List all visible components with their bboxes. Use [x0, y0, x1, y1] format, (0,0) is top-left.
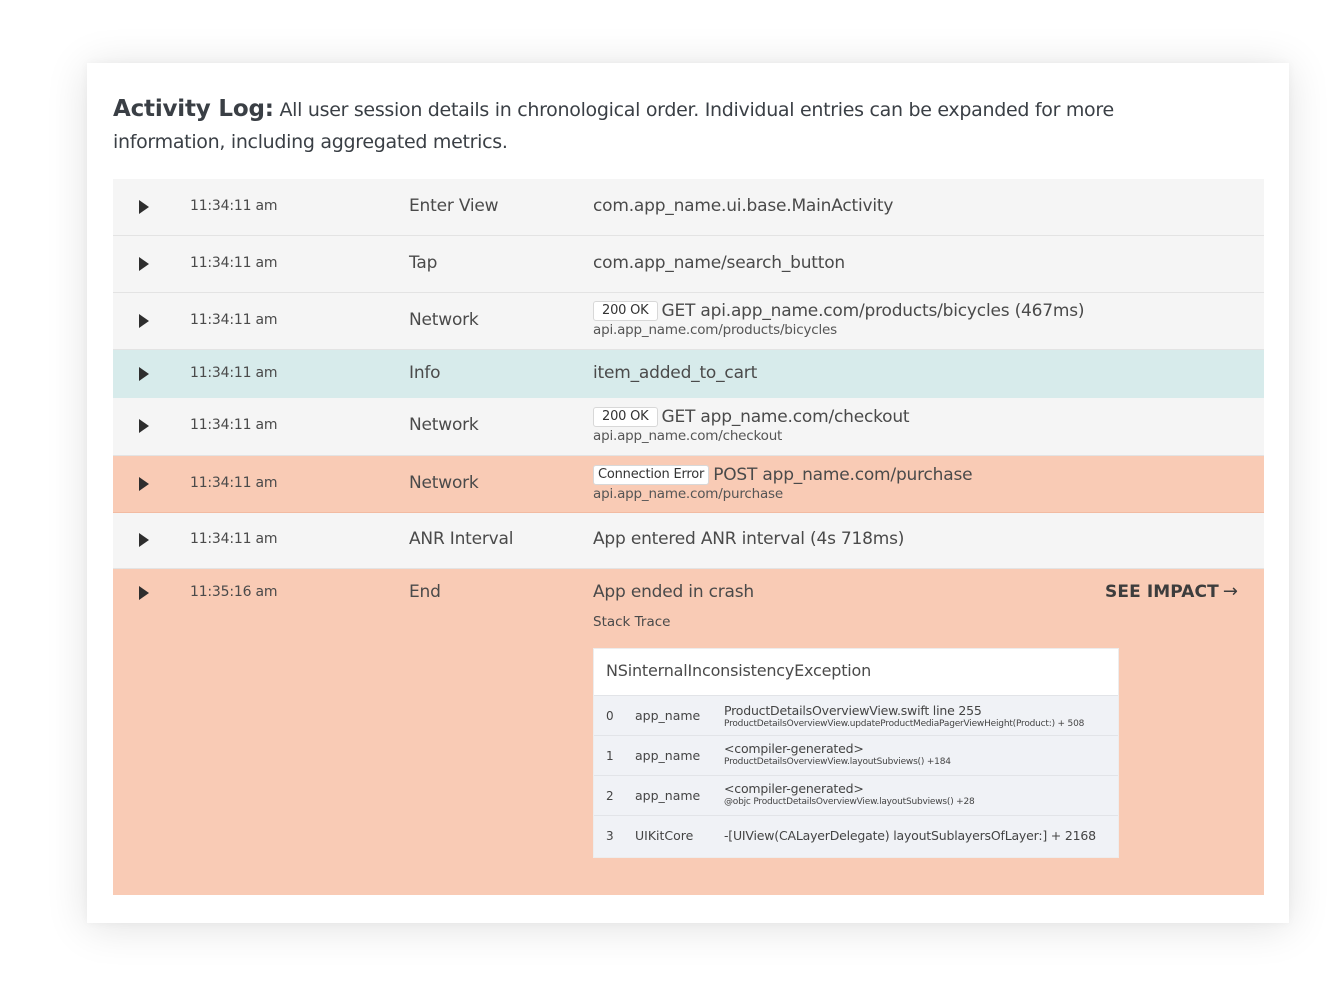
expand-caret-icon[interactable]: [138, 257, 150, 271]
activity-log-heading: Activity Log: All user session details i…: [113, 93, 1173, 158]
expand-caret-icon[interactable]: [138, 586, 150, 600]
log-type: Network: [409, 473, 479, 493]
log-detail: com.app_name/search_button: [593, 253, 1244, 273]
frame-module: app_name: [635, 748, 701, 763]
log-row-crash[interactable]: 11:35:16 am End App ended in crash SEE I…: [113, 569, 1264, 895]
log-main-text: GET api.app_name.com/products/bicycles (…: [661, 301, 1085, 321]
log-main-text: POST app_name.com/purchase: [713, 465, 973, 485]
log-main-text: com.app_name/search_button: [593, 253, 845, 273]
log-time: 11:34:11 am: [190, 312, 278, 328]
frame-index: 2: [606, 789, 614, 803]
log-sub-text: api.app_name.com/purchase: [593, 486, 783, 502]
see-impact-link[interactable]: SEE IMPACT →: [1105, 581, 1238, 602]
activity-log-title: Activity Log:: [113, 96, 274, 122]
log-main-text: com.app_name.ui.base.MainActivity: [593, 196, 894, 216]
expand-caret-icon[interactable]: [138, 200, 150, 214]
frame-function: -[UIView(CALayerDelegate) layoutSublayer…: [724, 828, 1110, 843]
frame-index: 0: [606, 709, 614, 723]
expand-caret-icon[interactable]: [138, 367, 150, 381]
log-type: Enter View: [409, 196, 499, 216]
log-main-text: App entered ANR interval (4s 718ms): [593, 529, 905, 549]
frame-index: 3: [606, 829, 614, 843]
status-badge: 200 OK: [593, 301, 658, 321]
log-time: 11:34:11 am: [190, 365, 278, 381]
expand-caret-icon[interactable]: [138, 419, 150, 433]
log-row[interactable]: 11:34:11 am ANR Interval App entered ANR…: [113, 513, 1264, 569]
frame-line1: ProductDetailsOverviewView.swift line 25…: [724, 703, 982, 718]
log-row[interactable]: 11:34:11 am Network 200 OK GET api.app_na…: [113, 293, 1264, 350]
activity-log-list: 11:34:11 am Enter View com.app_name.ui.b…: [113, 179, 1264, 895]
log-main-text: GET app_name.com/checkout: [661, 407, 910, 427]
stack-frame[interactable]: 3 UIKitCore -[UIView(CALayerDelegate) la…: [594, 815, 1118, 857]
log-time: 11:34:11 am: [190, 255, 278, 271]
log-sub-text: api.app_name.com/checkout: [593, 428, 783, 444]
log-type: Tap: [409, 253, 438, 273]
frame-line1: -[UIView(CALayerDelegate) layoutSublayer…: [724, 828, 1096, 843]
expand-caret-icon[interactable]: [138, 533, 150, 547]
frame-line2: @objc ProductDetailsOverviewView.layoutS…: [724, 797, 975, 807]
frame-module: app_name: [635, 708, 701, 723]
frame-module: app_name: [635, 788, 701, 803]
log-type: ANR Interval: [409, 529, 514, 549]
log-detail: 200 OK GET api.app_name.com/products/bicy…: [593, 301, 1244, 338]
stack-frame[interactable]: 2 app_name <compiler-generated> @objc Pr…: [594, 775, 1118, 815]
log-type: Network: [409, 415, 479, 435]
frame-line1: <compiler-generated>: [724, 781, 864, 796]
log-time: 11:34:11 am: [190, 531, 278, 547]
log-time: 11:34:11 am: [190, 417, 278, 433]
stack-trace-label: Stack Trace: [593, 614, 671, 630]
log-row[interactable]: 11:34:11 am Enter View com.app_name.ui.b…: [113, 179, 1264, 236]
log-time: 11:34:11 am: [190, 475, 278, 491]
frame-function: <compiler-generated> ProductDetailsOverv…: [724, 741, 1110, 767]
log-detail: Connection Error POST app_name.com/purcha…: [593, 465, 1244, 502]
log-row-error[interactable]: 11:34:11 am Network Connection Error POST…: [113, 456, 1264, 513]
log-detail: 200 OK GET app_name.com/checkout api.app_…: [593, 407, 1244, 444]
log-type: Network: [409, 310, 479, 330]
log-time: 11:34:11 am: [190, 198, 278, 214]
frame-function: ProductDetailsOverviewView.swift line 25…: [724, 703, 1110, 729]
log-detail: com.app_name.ui.base.MainActivity: [593, 196, 1244, 216]
log-detail: item_added_to_cart: [593, 363, 1244, 383]
stack-trace-card: NSinternalInconsistencyException 0 app_n…: [593, 648, 1119, 858]
error-badge: Connection Error: [593, 465, 710, 485]
arrow-right-icon: →: [1222, 581, 1238, 602]
log-type: End: [409, 582, 441, 602]
log-type: Info: [409, 363, 441, 383]
frame-line2: ProductDetailsOverviewView.updateProduct…: [724, 719, 1085, 729]
stack-frame[interactable]: 1 app_name <compiler-generated> ProductD…: [594, 735, 1118, 775]
expand-caret-icon[interactable]: [138, 477, 150, 491]
log-row[interactable]: 11:34:11 am Tap com.app_name/search_butt…: [113, 236, 1264, 293]
frame-line1: <compiler-generated>: [724, 741, 864, 756]
status-badge: 200 OK: [593, 407, 658, 427]
frame-module: UIKitCore: [635, 828, 694, 843]
log-time: 11:35:16 am: [190, 584, 278, 600]
log-detail: App entered ANR interval (4s 718ms): [593, 529, 1244, 549]
frame-function: <compiler-generated> @objc ProductDetail…: [724, 781, 1110, 807]
frame-line2: ProductDetailsOverviewView.layoutSubview…: [724, 757, 951, 767]
see-impact-label: SEE IMPACT: [1105, 582, 1219, 602]
log-row-info[interactable]: 11:34:11 am Info item_added_to_cart: [113, 350, 1264, 398]
log-main-text: item_added_to_cart: [593, 363, 758, 383]
exception-name: NSinternalInconsistencyException: [606, 661, 872, 680]
activity-log-card: Activity Log: All user session details i…: [87, 63, 1289, 923]
log-row[interactable]: 11:34:11 am Network 200 OK GET app_name.c…: [113, 398, 1264, 456]
stack-frame[interactable]: 0 app_name ProductDetailsOverviewView.sw…: [594, 695, 1118, 735]
log-sub-text: api.app_name.com/products/bicycles: [593, 322, 837, 338]
frame-index: 1: [606, 749, 614, 763]
expand-caret-icon[interactable]: [138, 314, 150, 328]
